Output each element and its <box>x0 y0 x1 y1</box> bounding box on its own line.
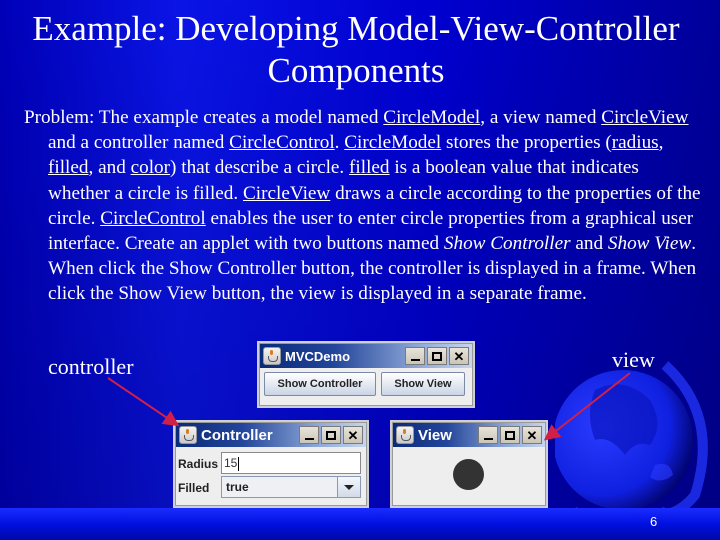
maximize-button[interactable] <box>427 347 447 365</box>
minimize-button[interactable] <box>478 426 498 444</box>
controller-titlebar[interactable]: Controller ✕ <box>176 423 366 447</box>
problem-description: Problem: The example creates a model nam… <box>24 105 704 307</box>
maximize-button[interactable] <box>500 426 520 444</box>
underlined-term: CircleControl <box>229 132 335 154</box>
underlined-term: CircleModel <box>344 132 442 154</box>
underlined-term: filled <box>349 157 390 179</box>
text-run: , a view named <box>480 107 602 128</box>
minimize-button[interactable] <box>299 426 319 444</box>
underlined-term: radius <box>611 132 659 154</box>
text-run: , <box>658 132 664 154</box>
java-icon <box>179 426 197 444</box>
radius-label: Radius <box>178 457 219 471</box>
filled-dropdown[interactable]: true <box>221 476 361 498</box>
show-view-button[interactable]: Show View <box>381 372 465 396</box>
chevron-down-icon[interactable] <box>337 477 360 497</box>
underlined-term: CircleModel <box>383 107 481 128</box>
window-title: Controller <box>201 426 273 444</box>
text-caret <box>238 456 240 471</box>
window-title: View <box>418 426 452 444</box>
radius-input[interactable]: 15 <box>221 452 361 474</box>
view-label: view <box>612 347 655 372</box>
underlined-term: CircleView <box>243 182 331 204</box>
mvcdemo-titlebar[interactable]: MVCDemo ✕ <box>260 344 472 368</box>
page-number: 6 <box>650 514 658 529</box>
text-run: ) that describe a circle. <box>170 157 350 179</box>
close-button[interactable]: ✕ <box>343 426 363 444</box>
text-run: stores the properties ( <box>441 132 612 154</box>
text-run: Problem: The example creates a model nam… <box>24 107 384 128</box>
footer-bar <box>0 508 720 540</box>
mvcdemo-window: MVCDemo ✕ Show Controller Show View <box>259 343 473 406</box>
view-titlebar[interactable]: View ✕ <box>393 423 545 447</box>
close-button[interactable]: ✕ <box>522 426 542 444</box>
underlined-term: CircleControl <box>100 207 206 229</box>
window-title: MVCDemo <box>285 348 351 364</box>
italic-term: Show Controller <box>443 233 571 255</box>
java-icon <box>396 426 414 444</box>
text-run: and a controller named <box>48 132 230 154</box>
java-icon <box>263 347 281 365</box>
view-window: View ✕ <box>392 422 546 506</box>
radius-value: 15 <box>224 456 238 470</box>
underlined-term: filled <box>48 157 89 179</box>
controller-window: Controller ✕ Radius 15 Filled true <box>175 422 367 506</box>
slide-title: Example: Developing Model-View-Controlle… <box>32 9 680 90</box>
text-run: , and <box>88 157 131 179</box>
text-run: . <box>334 132 345 154</box>
filled-label: Filled <box>178 481 210 495</box>
minimize-button[interactable] <box>405 347 425 365</box>
maximize-button[interactable] <box>321 426 341 444</box>
underlined-term: CircleView <box>601 107 689 128</box>
filled-value: true <box>226 480 249 494</box>
show-controller-button[interactable]: Show Controller <box>264 372 376 396</box>
circle-drawing <box>453 459 484 490</box>
controller-label: controller <box>48 354 134 379</box>
underlined-term: color <box>130 157 171 179</box>
text-run: and <box>570 233 608 255</box>
close-button[interactable]: ✕ <box>449 347 469 365</box>
italic-term: Show View <box>607 233 692 255</box>
